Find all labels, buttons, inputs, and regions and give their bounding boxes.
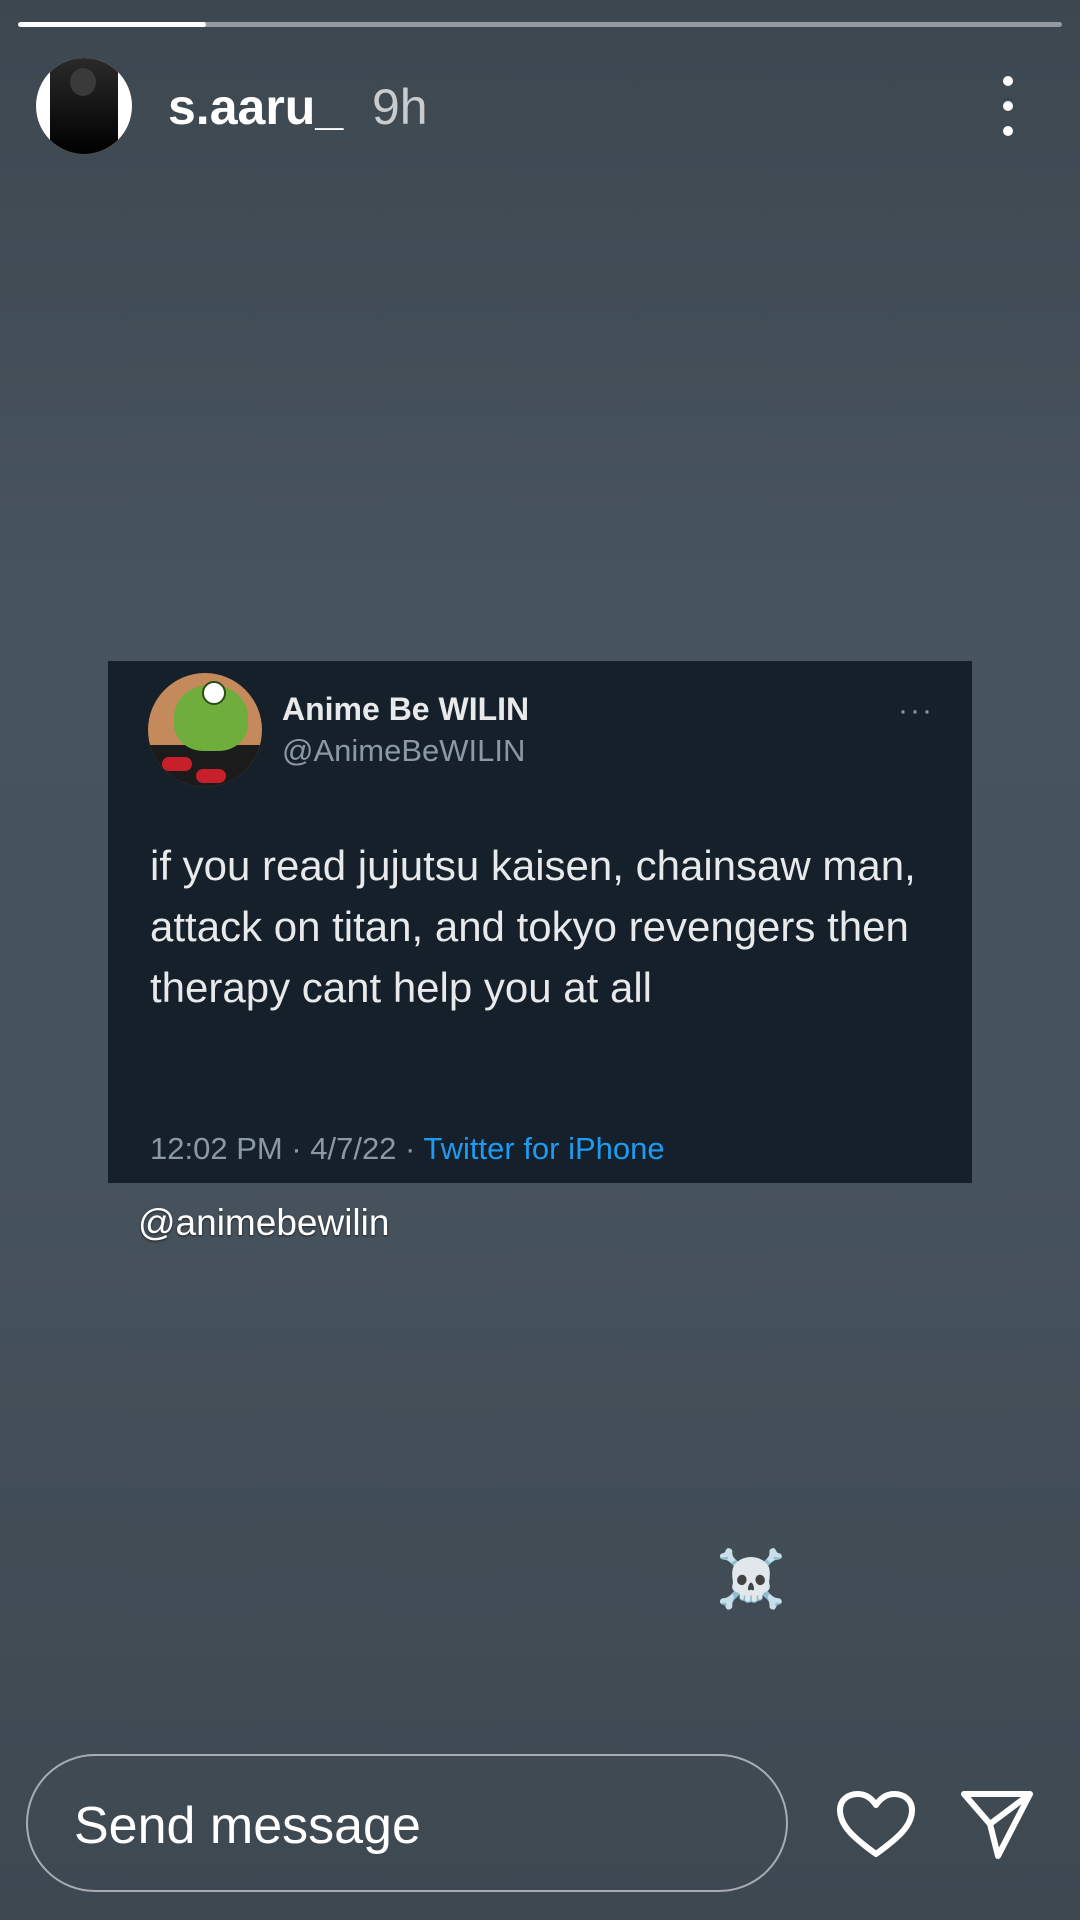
mention-sticker[interactable]: @animebewilin	[138, 1202, 389, 1244]
horizontal-dots-icon: ···	[898, 694, 934, 727]
tweet-timestamp: 12:02 PM · 4/7/22 ·	[150, 1131, 424, 1166]
story-progress-bar	[18, 22, 1062, 27]
send-message-input[interactable]: Send message	[26, 1754, 788, 1892]
story-progress-fill	[18, 22, 206, 27]
story-header: s.aaru_ 9h	[0, 50, 1080, 160]
vertical-dots-icon[interactable]	[990, 76, 1026, 136]
message-placeholder: Send message	[74, 1797, 421, 1855]
tweet-handle: @AnimeBeWILIN	[282, 733, 526, 768]
tweet-avatar	[148, 673, 262, 787]
tweet-meta: 12:02 PM · 4/7/22 · Twitter for iPhone	[150, 1131, 665, 1167]
tweet-text: if you read jujutsu kaisen, chainsaw man…	[150, 842, 916, 1011]
tweet-card: Anime Be WILIN @AnimeBeWILIN ··· if you …	[108, 661, 972, 1183]
tweet-display-name: Anime Be WILIN	[282, 691, 530, 727]
avatar[interactable]	[36, 58, 132, 154]
send-icon[interactable]	[958, 1786, 1036, 1864]
tweet-source: Twitter for iPhone	[423, 1131, 665, 1166]
skull-sticker: ☠️	[716, 1547, 786, 1612]
post-time: 9h	[372, 79, 428, 135]
heart-icon[interactable]	[836, 1790, 916, 1860]
username[interactable]: s.aaru_	[168, 78, 343, 136]
